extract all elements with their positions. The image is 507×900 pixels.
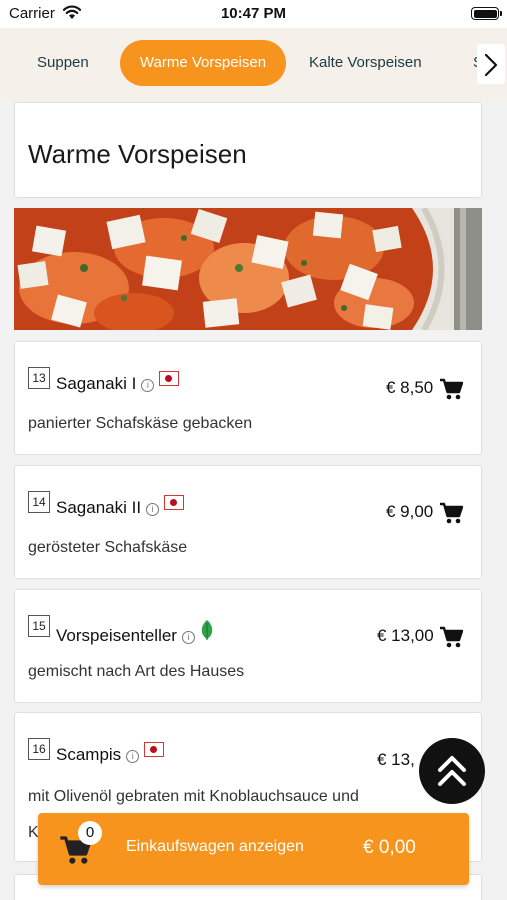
item-name-row: Scampis i bbox=[56, 742, 165, 765]
item-name-row: Saganaki II i bbox=[56, 495, 185, 518]
tabs-scroll-right-button[interactable] bbox=[477, 44, 505, 84]
add-to-cart-icon[interactable] bbox=[439, 502, 463, 524]
item-number: 16 bbox=[28, 738, 50, 760]
menu-item-card[interactable]: 13 Saganaki I i panierter Schafskäse geba… bbox=[14, 341, 482, 455]
view-cart-label: Einkaufswagen anzeigen bbox=[126, 838, 304, 855]
leaf-icon bbox=[201, 620, 213, 640]
battery-icon bbox=[471, 7, 502, 20]
item-description: gemischt nach Art des Hauses bbox=[28, 663, 245, 680]
item-number: 13 bbox=[28, 367, 50, 389]
info-icon[interactable]: i bbox=[146, 503, 160, 516]
view-cart-button[interactable]: 0 Einkaufswagen anzeigen € 0,00 bbox=[38, 813, 469, 885]
chevron-right-icon bbox=[484, 53, 498, 77]
flag-icon bbox=[164, 495, 185, 510]
info-icon[interactable]: i bbox=[141, 379, 155, 392]
item-number: 15 bbox=[28, 615, 50, 637]
scroll-to-top-button[interactable] bbox=[419, 738, 485, 804]
item-name: Saganaki I bbox=[56, 374, 137, 393]
item-name: Scampis bbox=[56, 745, 122, 764]
item-description: panierter Schafskäse gebacken bbox=[28, 415, 253, 432]
status-bar: Carrier 10:47 PM bbox=[0, 0, 507, 28]
tab-warme-vorspeisen[interactable]: Warme Vorspeisen bbox=[120, 40, 286, 86]
item-price: € 13, bbox=[377, 750, 415, 769]
item-name-row: Vorspeisenteller i bbox=[56, 619, 214, 646]
item-price: € 9,00 bbox=[386, 502, 434, 521]
item-name: Vorspeisenteller bbox=[56, 626, 177, 645]
item-description: mit Olivenöl gebraten mit Knoblauchsauce… bbox=[28, 788, 359, 805]
section-title: Warme Vorspeisen bbox=[28, 139, 247, 169]
double-chevron-up-icon bbox=[438, 756, 466, 786]
item-name: Saganaki II bbox=[56, 498, 142, 517]
add-to-cart-icon[interactable] bbox=[439, 626, 463, 648]
menu-item-card[interactable]: 14 Saganaki II i gerösteter Schafskäse € … bbox=[14, 465, 482, 579]
section-header-card: Warme Vorspeisen bbox=[14, 102, 482, 198]
cart-count-badge: 0 bbox=[78, 821, 102, 845]
tab-suppen[interactable]: Suppen bbox=[37, 40, 89, 86]
item-price: € 8,50 bbox=[386, 378, 434, 397]
flag-icon bbox=[144, 742, 165, 757]
status-time: 10:47 PM bbox=[220, 5, 287, 22]
item-price: € 13,00 bbox=[377, 626, 434, 645]
item-name-row: Saganaki I i bbox=[56, 371, 180, 394]
section-banner-image bbox=[14, 208, 482, 330]
category-tabs: Suppen Warme Vorspeisen Kalte Vorspeisen… bbox=[0, 28, 507, 100]
item-description: gerösteter Schafskäse bbox=[28, 539, 188, 556]
menu-item-card[interactable]: 15 Vorspeisenteller i gemischt nach Art d… bbox=[14, 589, 482, 703]
flag-icon bbox=[159, 371, 180, 386]
item-number: 14 bbox=[28, 491, 50, 513]
tab-kalte-vorspeisen[interactable]: Kalte Vorspeisen bbox=[309, 40, 422, 86]
info-icon[interactable]: i bbox=[126, 750, 140, 763]
cart-total: € 0,00 bbox=[363, 837, 416, 858]
add-to-cart-icon[interactable] bbox=[439, 378, 463, 400]
info-icon[interactable]: i bbox=[181, 631, 195, 644]
